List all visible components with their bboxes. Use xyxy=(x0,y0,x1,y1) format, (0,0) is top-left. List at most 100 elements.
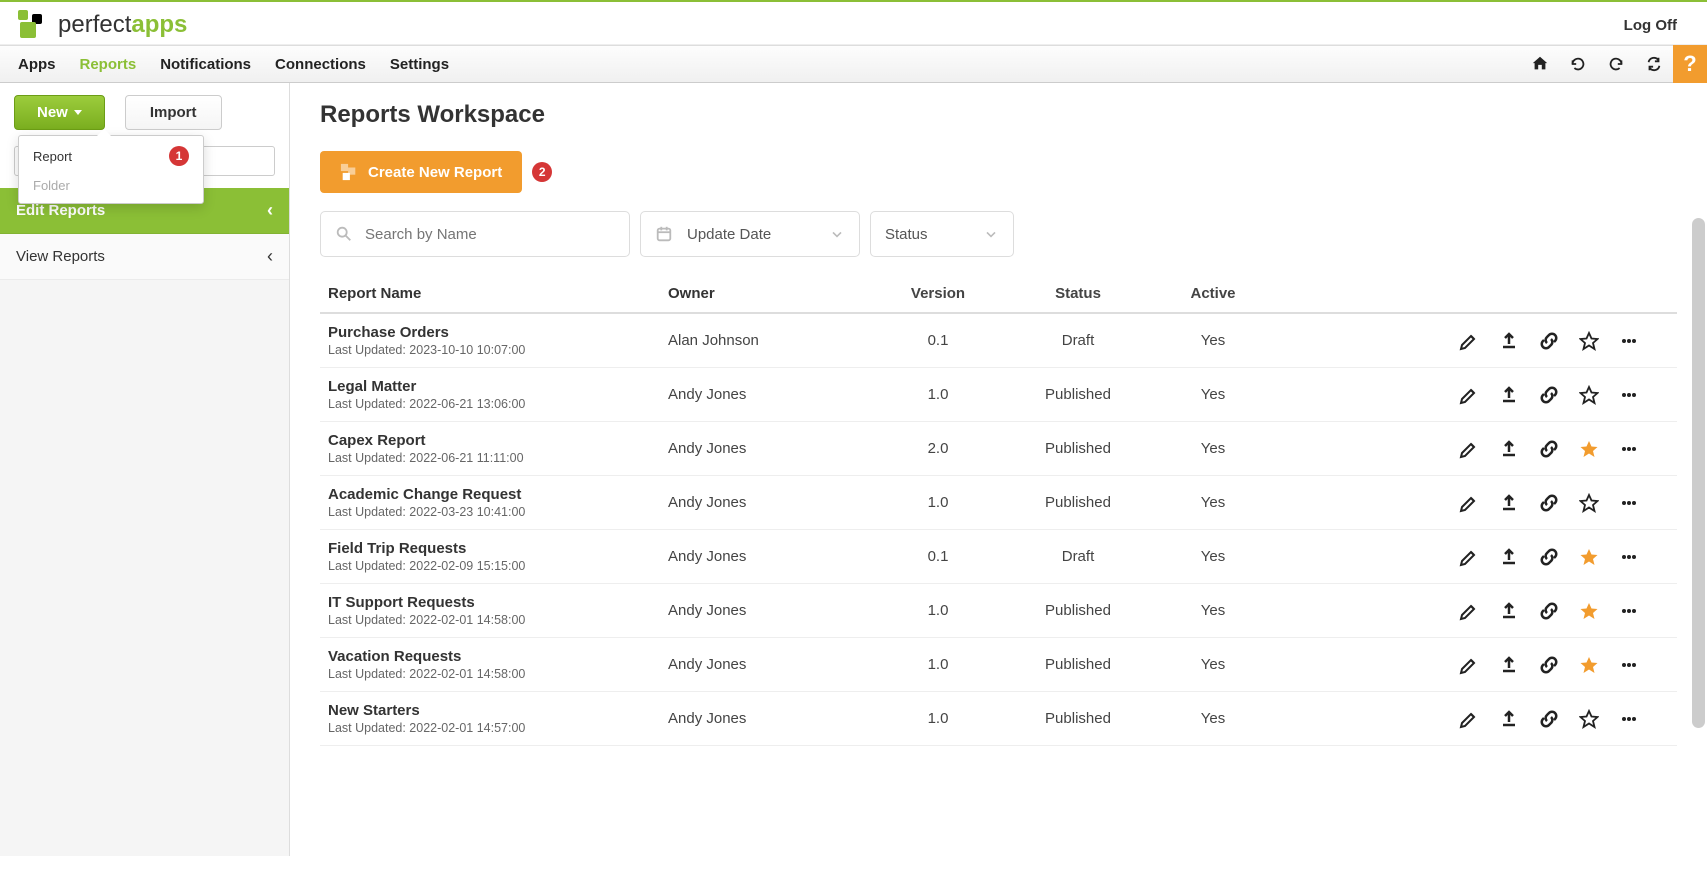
table-row[interactable]: Academic Change Request Last Updated: 20… xyxy=(320,476,1677,530)
help-button[interactable]: ? xyxy=(1673,45,1707,83)
upload-icon[interactable] xyxy=(1499,547,1519,567)
chevron-down-icon xyxy=(829,226,845,242)
more-icon[interactable] xyxy=(1619,655,1639,675)
more-icon[interactable] xyxy=(1619,439,1639,459)
edit-icon[interactable] xyxy=(1459,493,1479,513)
nav-settings[interactable]: Settings xyxy=(390,48,449,81)
table-row[interactable]: Legal Matter Last Updated: 2022-06-21 13… xyxy=(320,368,1677,422)
report-status: Published xyxy=(1008,656,1148,673)
edit-icon[interactable] xyxy=(1459,709,1479,729)
report-updated: Last Updated: 2022-02-01 14:58:00 xyxy=(328,667,668,681)
dropdown-folder[interactable]: Folder xyxy=(19,172,203,199)
star-icon[interactable] xyxy=(1579,439,1599,459)
link-icon[interactable] xyxy=(1539,547,1559,567)
more-icon[interactable] xyxy=(1619,493,1639,513)
edit-icon[interactable] xyxy=(1459,385,1479,405)
report-name: Capex Report xyxy=(328,432,668,449)
link-icon[interactable] xyxy=(1539,331,1559,351)
col-active[interactable]: Active xyxy=(1148,285,1278,302)
create-new-report-button[interactable]: Create New Report xyxy=(320,151,522,193)
link-icon[interactable] xyxy=(1539,493,1559,513)
col-version[interactable]: Version xyxy=(868,285,1008,302)
calendar-icon xyxy=(655,225,673,243)
chevron-left-icon: ‹ xyxy=(267,200,273,221)
main-content: Reports Workspace Create New Report 2 Up… xyxy=(290,83,1707,856)
report-active: Yes xyxy=(1148,494,1278,511)
table-row[interactable]: Capex Report Last Updated: 2022-06-21 11… xyxy=(320,422,1677,476)
link-icon[interactable] xyxy=(1539,709,1559,729)
import-button[interactable]: Import xyxy=(125,95,222,130)
nav-reports[interactable]: Reports xyxy=(80,48,137,81)
upload-icon[interactable] xyxy=(1499,493,1519,513)
upload-icon[interactable] xyxy=(1499,601,1519,621)
upload-icon[interactable] xyxy=(1499,331,1519,351)
refresh-ccw-icon[interactable] xyxy=(1559,45,1597,83)
report-version: 1.0 xyxy=(868,386,1008,403)
report-version: 0.1 xyxy=(868,548,1008,565)
new-button[interactable]: New xyxy=(14,95,105,130)
more-icon[interactable] xyxy=(1619,601,1639,621)
nav-notifications[interactable]: Notifications xyxy=(160,48,251,81)
search-by-name[interactable] xyxy=(320,211,630,257)
more-icon[interactable] xyxy=(1619,331,1639,351)
table-row[interactable]: Purchase Orders Last Updated: 2023-10-10… xyxy=(320,314,1677,368)
report-updated: Last Updated: 2022-06-21 11:11:00 xyxy=(328,451,668,465)
report-active: Yes xyxy=(1148,386,1278,403)
star-icon[interactable] xyxy=(1579,655,1599,675)
sync-icon[interactable] xyxy=(1635,45,1673,83)
report-owner: Andy Jones xyxy=(668,440,868,457)
table-row[interactable]: Field Trip Requests Last Updated: 2022-0… xyxy=(320,530,1677,584)
edit-icon[interactable] xyxy=(1459,601,1479,621)
chevron-left-icon: ‹ xyxy=(267,246,273,267)
upload-icon[interactable] xyxy=(1499,709,1519,729)
star-icon[interactable] xyxy=(1579,547,1599,567)
star-icon[interactable] xyxy=(1579,493,1599,513)
report-owner: Andy Jones xyxy=(668,710,868,727)
report-name: Academic Change Request xyxy=(328,486,668,503)
table-row[interactable]: Vacation Requests Last Updated: 2022-02-… xyxy=(320,638,1677,692)
search-icon xyxy=(335,225,353,243)
nav-connections[interactable]: Connections xyxy=(275,48,366,81)
star-icon[interactable] xyxy=(1579,385,1599,405)
star-icon[interactable] xyxy=(1579,709,1599,729)
report-version: 1.0 xyxy=(868,710,1008,727)
scrollbar[interactable] xyxy=(1692,218,1705,728)
upload-icon[interactable] xyxy=(1499,655,1519,675)
edit-icon[interactable] xyxy=(1459,439,1479,459)
table-row[interactable]: New Starters Last Updated: 2022-02-01 14… xyxy=(320,692,1677,746)
link-icon[interactable] xyxy=(1539,385,1559,405)
sidebar-view-reports[interactable]: View Reports ‹ xyxy=(0,234,289,280)
table-header: Report Name Owner Version Status Active xyxy=(320,275,1677,314)
link-icon[interactable] xyxy=(1539,655,1559,675)
report-status: Draft xyxy=(1008,548,1148,565)
report-updated: Last Updated: 2022-06-21 13:06:00 xyxy=(328,397,668,411)
table-row[interactable]: IT Support Requests Last Updated: 2022-0… xyxy=(320,584,1677,638)
link-icon[interactable] xyxy=(1539,439,1559,459)
col-status[interactable]: Status xyxy=(1008,285,1148,302)
col-owner[interactable]: Owner xyxy=(668,285,868,302)
more-icon[interactable] xyxy=(1619,385,1639,405)
edit-icon[interactable] xyxy=(1459,655,1479,675)
logo[interactable]: perfectapps xyxy=(18,10,187,40)
logoff-link[interactable]: Log Off xyxy=(1624,17,1687,34)
more-icon[interactable] xyxy=(1619,709,1639,729)
col-name[interactable]: Report Name xyxy=(328,285,668,302)
edit-icon[interactable] xyxy=(1459,331,1479,351)
more-icon[interactable] xyxy=(1619,547,1639,567)
edit-icon[interactable] xyxy=(1459,547,1479,567)
report-status: Published xyxy=(1008,602,1148,619)
refresh-cw-icon[interactable] xyxy=(1597,45,1635,83)
link-icon[interactable] xyxy=(1539,601,1559,621)
report-status: Published xyxy=(1008,494,1148,511)
nav-apps[interactable]: Apps xyxy=(18,48,56,81)
star-icon[interactable] xyxy=(1579,331,1599,351)
dropdown-report[interactable]: Report 1 xyxy=(19,140,203,172)
filter-status[interactable]: Status xyxy=(870,211,1014,257)
upload-icon[interactable] xyxy=(1499,385,1519,405)
upload-icon[interactable] xyxy=(1499,439,1519,459)
search-name-input[interactable] xyxy=(365,226,615,243)
home-icon[interactable] xyxy=(1521,45,1559,83)
star-icon[interactable] xyxy=(1579,601,1599,621)
filter-update-date[interactable]: Update Date xyxy=(640,211,860,257)
report-name: Legal Matter xyxy=(328,378,668,395)
